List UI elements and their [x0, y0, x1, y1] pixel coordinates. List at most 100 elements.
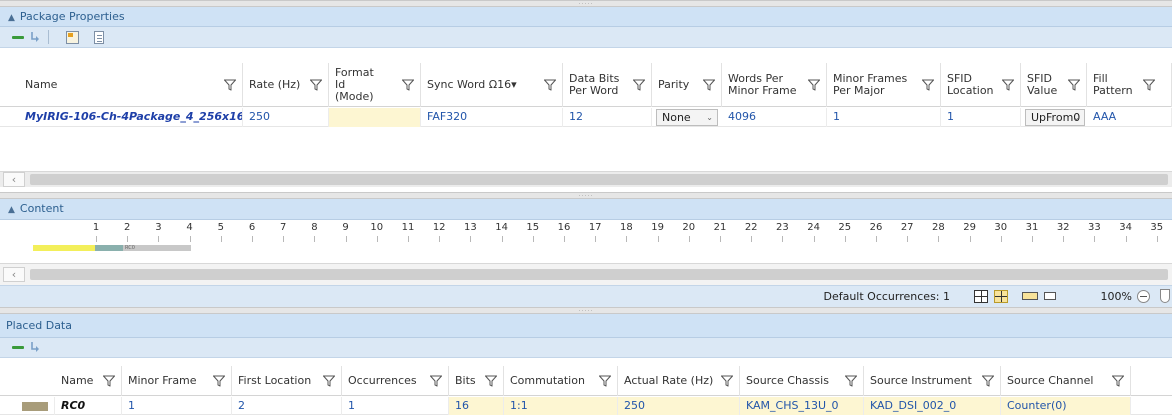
scroll-left-icon[interactable]: ‹ — [3, 267, 25, 282]
ruler-tick — [907, 236, 908, 242]
placed-row[interactable]: RC0 1 2 1 16 1:1 250 KAM_CHS_13U_0 KAD_D… — [0, 397, 1172, 415]
word-ruler[interactable]: 1 2 3 4 5 6 7 8 9 10 11 12 13 14 15 16 17 18 19 20 21 22 23 24 2… — [0, 222, 1172, 256]
col-sync-word[interactable]: Sync Word Ω16▾ — [421, 63, 563, 107]
color-swatch-cell[interactable] — [18, 397, 55, 415]
placed-first-location[interactable]: 2 — [232, 397, 342, 415]
segment-sync[interactable] — [33, 245, 95, 251]
col-name[interactable]: Name — [55, 366, 122, 396]
package-words-per-minor[interactable]: 4096 — [722, 108, 827, 127]
middle-splitter[interactable]: ····· — [0, 192, 1172, 200]
filter-icon[interactable] — [922, 79, 934, 91]
package-data-bits[interactable]: 12 — [563, 108, 652, 127]
col-sfid-value[interactable]: SFID Value — [1021, 63, 1087, 107]
filter-icon[interactable] — [430, 375, 442, 387]
package-minor-frames[interactable]: 1 — [827, 108, 941, 127]
scroll-thumb[interactable] — [30, 269, 1168, 280]
col-first-location[interactable]: First Location — [232, 366, 342, 396]
segment-rc0[interactable] — [95, 245, 123, 251]
placed-occurrences[interactable]: 1 — [342, 397, 449, 415]
col-source-chassis[interactable]: Source Chassis — [740, 366, 864, 396]
content-hscrollbar[interactable]: ‹ — [0, 263, 1172, 285]
ruler-tick — [751, 236, 752, 242]
bar-view-icon[interactable] — [1044, 292, 1056, 300]
scroll-left-icon[interactable]: ‹ — [3, 172, 25, 187]
col-name[interactable]: Name — [19, 63, 243, 107]
filter-icon[interactable] — [1112, 375, 1124, 387]
filter-icon[interactable] — [1068, 79, 1080, 91]
filter-icon[interactable] — [1002, 79, 1014, 91]
col-source-instrument[interactable]: Source Instrument — [864, 366, 1001, 396]
placed-commutation[interactable]: 1:1 — [504, 397, 618, 415]
col-fill-pattern[interactable]: Fill Pattern — [1087, 63, 1172, 107]
filter-icon[interactable] — [224, 79, 236, 91]
remove-icon[interactable] — [12, 346, 24, 349]
top-splitter[interactable]: ····· — [0, 0, 1172, 8]
placed-name[interactable]: RC0 — [55, 397, 122, 415]
placed-data-header[interactable]: Placed Data — [0, 314, 1172, 338]
filter-icon[interactable] — [721, 375, 733, 387]
content-header[interactable]: ▲ Content — [0, 199, 1172, 220]
zoom-slider-thumb[interactable] — [1160, 289, 1170, 303]
properties-icon[interactable] — [66, 31, 79, 44]
col-sfid-location[interactable]: SFID Location — [941, 63, 1021, 107]
filter-icon[interactable] — [845, 375, 857, 387]
col-actual-rate[interactable]: Actual Rate (Hz) — [618, 366, 740, 396]
document-icon[interactable] — [94, 31, 104, 44]
down-arrow-icon[interactable] — [29, 341, 41, 353]
col-format-id[interactable]: Format Id (Mode) — [329, 63, 421, 107]
content-title: Content — [19, 202, 64, 215]
col-minor-frame[interactable]: Minor Frame — [122, 366, 232, 396]
grid-view-active-icon[interactable] — [994, 290, 1008, 303]
filter-icon[interactable] — [103, 375, 115, 387]
placed-source-instrument[interactable]: KAD_DSI_002_0 — [864, 397, 1001, 415]
collapse-chevron-icon[interactable]: ▲ — [8, 201, 15, 220]
down-arrow-icon[interactable] — [29, 31, 41, 43]
package-fill-pattern[interactable]: AAA — [1087, 108, 1172, 127]
col-minor-frames[interactable]: Minor Frames Per Major — [827, 63, 941, 107]
col-occurrences[interactable]: Occurrences — [342, 366, 449, 396]
filter-icon[interactable] — [982, 375, 994, 387]
col-bits[interactable]: Bits — [449, 366, 504, 396]
placed-source-chassis[interactable]: KAM_CHS_13U_0 — [740, 397, 864, 415]
remove-icon[interactable] — [12, 36, 24, 39]
collapse-chevron-icon[interactable]: ▲ — [8, 9, 15, 28]
filter-icon[interactable] — [599, 375, 611, 387]
placed-source-channel[interactable]: Counter(0) — [1001, 397, 1131, 415]
package-row[interactable]: MyIRIG-106-Ch-4Package_4_256x16 250 FAF3… — [0, 108, 1172, 127]
col-rate[interactable]: Rate (Hz) — [243, 63, 329, 107]
filter-icon[interactable] — [323, 375, 335, 387]
grid-view-icon[interactable] — [974, 290, 988, 303]
package-sync-word[interactable]: FAF320 — [421, 108, 563, 127]
package-name[interactable]: MyIRIG-106-Ch-4Package_4_256x16 — [19, 108, 243, 127]
zoom-out-icon[interactable] — [1137, 290, 1150, 303]
filter-icon[interactable] — [402, 79, 414, 91]
placed-minor-frame[interactable]: 1 — [122, 397, 232, 415]
filter-icon[interactable] — [485, 375, 497, 387]
col-commutation[interactable]: Commutation — [504, 366, 618, 396]
filter-icon[interactable] — [1143, 79, 1155, 91]
parity-select[interactable]: None ⌄ — [656, 109, 718, 126]
filter-icon[interactable] — [703, 79, 715, 91]
scroll-thumb[interactable] — [30, 174, 1168, 185]
filter-icon[interactable] — [633, 79, 645, 91]
ruler-number: 29 — [963, 222, 976, 233]
package-rate[interactable]: 250 — [243, 108, 329, 127]
bottom-splitter[interactable]: ····· — [0, 307, 1172, 315]
filter-icon[interactable] — [808, 79, 820, 91]
filter-icon[interactable] — [213, 375, 225, 387]
bar-view-active-icon[interactable] — [1022, 292, 1038, 300]
col-words-per-minor[interactable]: Words Per Minor Frame — [722, 63, 827, 107]
filter-icon[interactable] — [310, 79, 322, 91]
sfid-value-select[interactable]: UpFrom0 ⌄ — [1025, 109, 1085, 126]
filter-icon[interactable] — [544, 79, 556, 91]
col-parity[interactable]: Parity — [652, 63, 722, 107]
col-source-channel[interactable]: Source Channel — [1001, 366, 1131, 396]
placed-bits[interactable]: 16 — [449, 397, 504, 415]
package-hscrollbar[interactable]: ‹ — [0, 171, 1172, 187]
package-sfid-location[interactable]: 1 — [941, 108, 1021, 127]
package-properties-header[interactable]: ▲ Package Properties — [0, 7, 1172, 27]
ruler-number: 10 — [370, 222, 384, 233]
placed-actual-rate[interactable]: 250 — [618, 397, 740, 415]
package-format-id[interactable] — [329, 108, 421, 127]
col-data-bits[interactable]: Data Bits Per Word — [563, 63, 652, 107]
